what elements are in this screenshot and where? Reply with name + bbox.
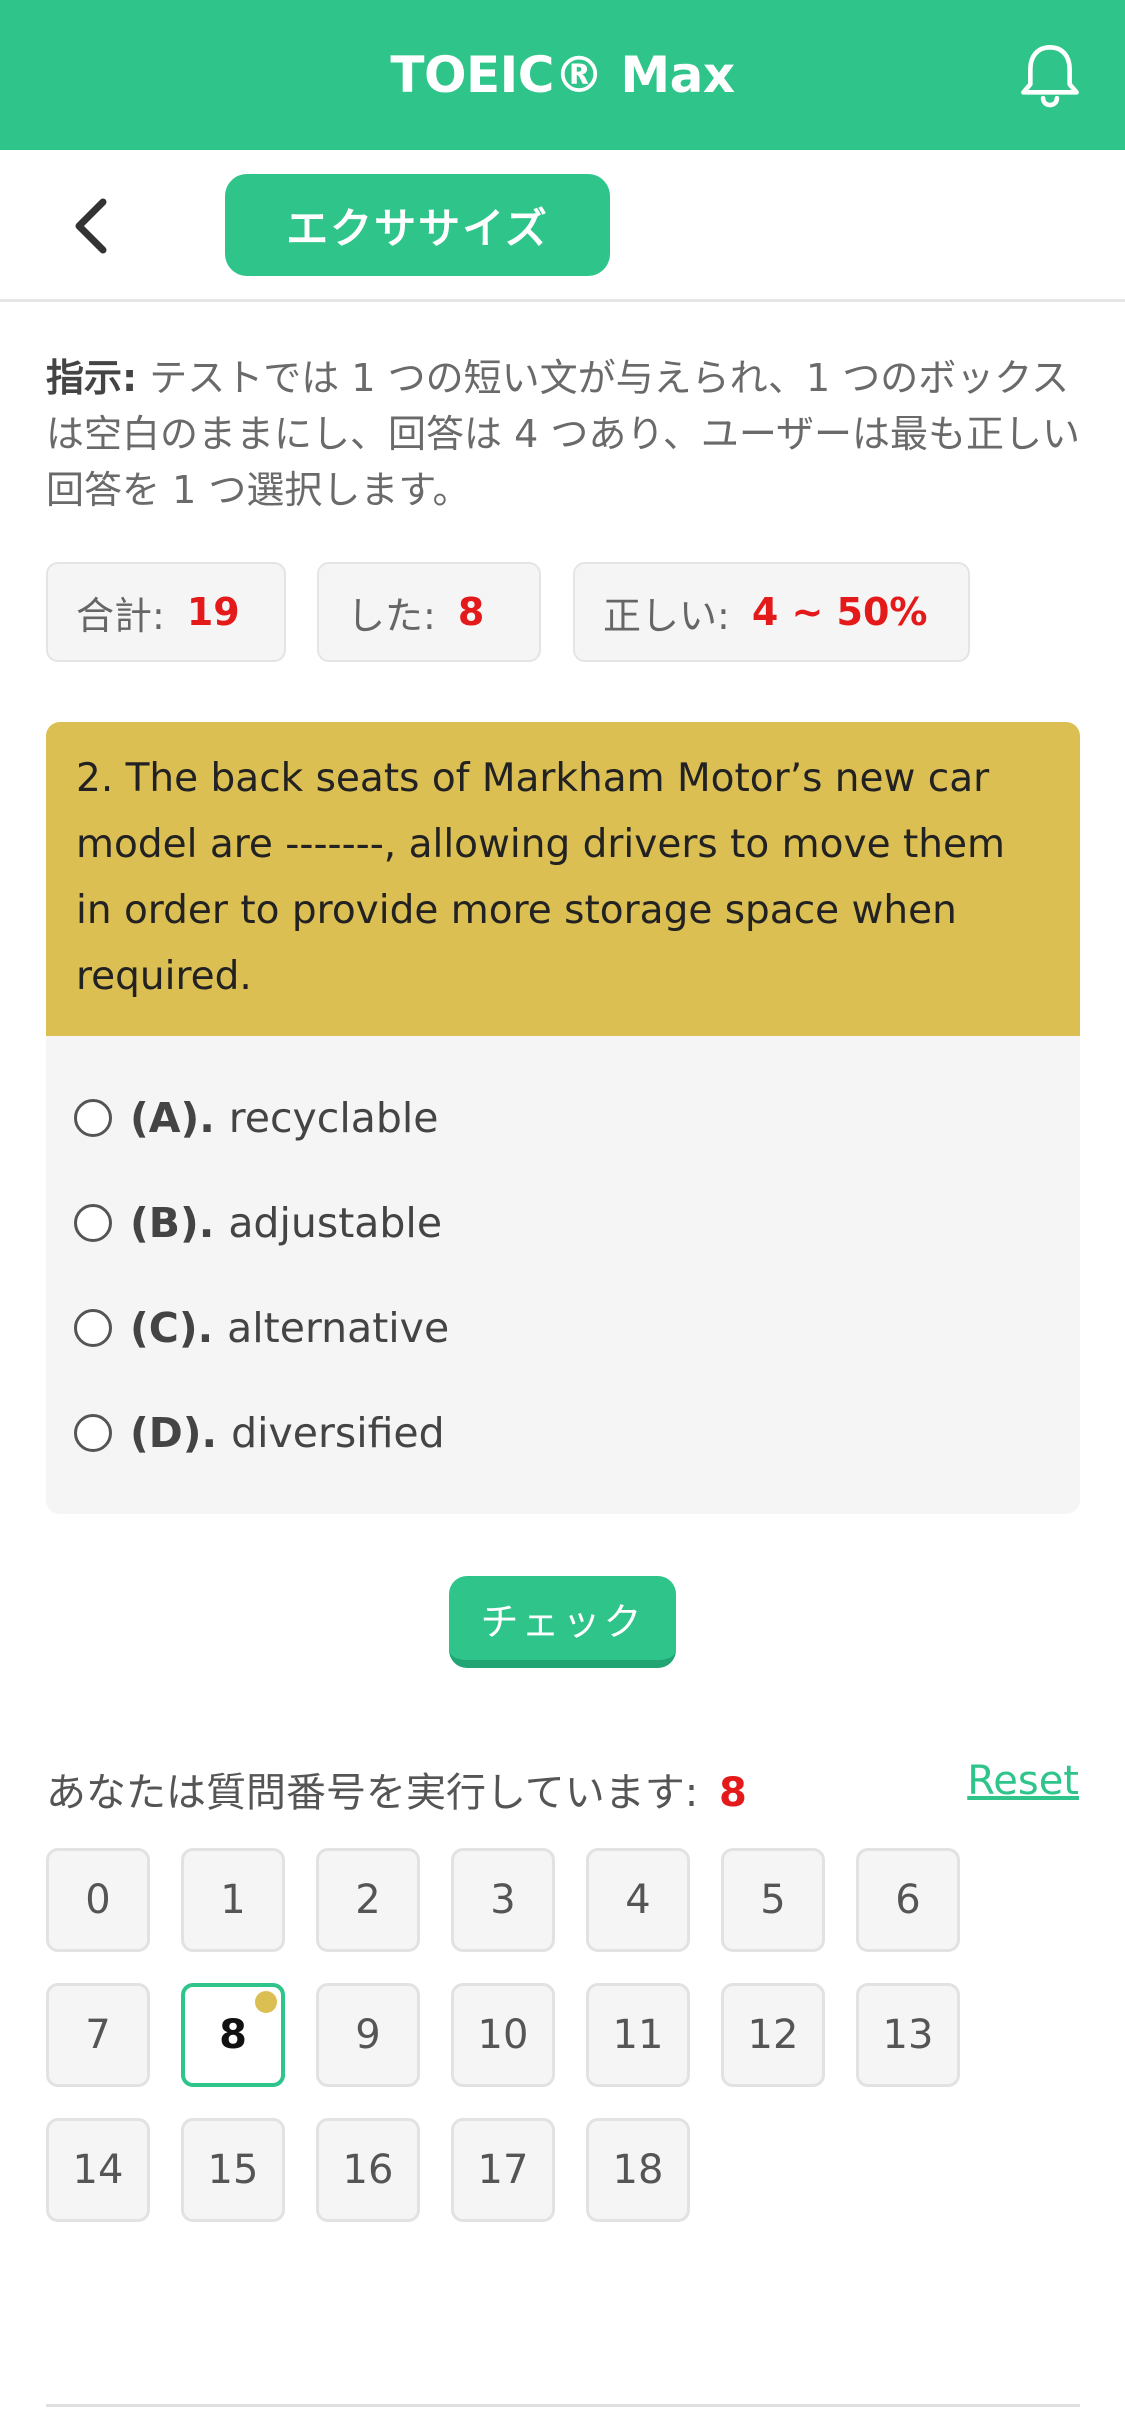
option-a[interactable]: (A). recyclable — [74, 1083, 438, 1153]
radio-button[interactable] — [74, 1204, 112, 1242]
stat-correct-value: 4 ~ 50% — [751, 590, 928, 634]
option-letter: (B). — [130, 1199, 215, 1247]
stat-total-label: 合計: — [76, 593, 165, 638]
instructions: 指示: テストでは 1 つの短い文が与えられ、1 つのボックスは空白のままにし、… — [46, 350, 1086, 518]
question-number-12[interactable]: 12 — [721, 1983, 825, 2087]
option-text: adjustable — [228, 1199, 443, 1247]
question-number-13[interactable]: 13 — [856, 1983, 960, 2087]
progress-label: あなたは質問番号を実行しています: — [46, 1770, 699, 1816]
option-text: alternative — [227, 1304, 450, 1352]
question-number-16[interactable]: 16 — [316, 2118, 420, 2222]
instructions-label: 指示: — [46, 356, 138, 400]
question-number-3[interactable]: 3 — [451, 1848, 555, 1952]
radio-button[interactable] — [74, 1414, 112, 1452]
question-number-label: 8 — [219, 2012, 247, 2058]
app-title: TOEIC® Max — [390, 46, 735, 104]
stat-correct-label: 正しい: — [603, 593, 730, 638]
question-card: 2. The back seats of Markham Motor’s new… — [46, 722, 1080, 1514]
question-number-0[interactable]: 0 — [46, 1848, 150, 1952]
question-number-18[interactable]: 18 — [586, 2118, 690, 2222]
stat-total: 合計: 19 — [46, 562, 286, 662]
question-number-11[interactable]: 11 — [586, 1983, 690, 2087]
stat-done-label: した: — [347, 593, 436, 638]
bottom-divider — [46, 2404, 1080, 2407]
bell-icon[interactable] — [1013, 38, 1087, 112]
exercise-button[interactable]: エクササイズ — [225, 174, 610, 276]
option-text: recyclable — [228, 1094, 439, 1142]
progress-current: 8 — [719, 1770, 747, 1816]
option-letter: (D). — [130, 1409, 218, 1457]
reset-link[interactable]: Reset — [967, 1758, 1079, 1804]
question-number-14[interactable]: 14 — [46, 2118, 150, 2222]
option-letter: (A). — [130, 1094, 215, 1142]
question-number-7[interactable]: 7 — [46, 1983, 150, 2087]
option-letter: (C). — [130, 1304, 214, 1352]
question-text: 2. The back seats of Markham Motor’s new… — [46, 722, 1080, 1036]
stat-done-value: 8 — [457, 590, 485, 634]
current-marker-dot — [255, 1991, 277, 2013]
stat-total-value: 19 — [186, 590, 240, 634]
app-header: TOEIC® Max — [0, 0, 1125, 150]
question-number-5[interactable]: 5 — [721, 1848, 825, 1952]
question-number-grid: 0 1 2 3 4 5 6 7 8 9 10 11 12 13 14 15 16… — [46, 1848, 1086, 2228]
radio-button[interactable] — [74, 1309, 112, 1347]
option-c[interactable]: (C). alternative — [74, 1293, 449, 1363]
option-d[interactable]: (D). diversified — [74, 1398, 445, 1468]
sub-toolbar: エクササイズ — [0, 150, 1125, 302]
question-number-17[interactable]: 17 — [451, 2118, 555, 2222]
option-b[interactable]: (B). adjustable — [74, 1188, 442, 1258]
chevron-left-icon[interactable] — [66, 196, 116, 256]
question-number-6[interactable]: 6 — [856, 1848, 960, 1952]
option-text: diversified — [231, 1409, 445, 1457]
question-number-4[interactable]: 4 — [586, 1848, 690, 1952]
question-number-1[interactable]: 1 — [181, 1848, 285, 1952]
stat-correct: 正しい: 4 ~ 50% — [573, 562, 970, 662]
check-button[interactable]: チェック — [449, 1576, 676, 1668]
question-number-2[interactable]: 2 — [316, 1848, 420, 1952]
progress-indicator: あなたは質問番号を実行しています: 8 — [46, 1760, 747, 1818]
question-number-9[interactable]: 9 — [316, 1983, 420, 2087]
radio-button[interactable] — [74, 1099, 112, 1137]
question-number-8-current[interactable]: 8 — [181, 1983, 285, 2087]
question-number-15[interactable]: 15 — [181, 2118, 285, 2222]
instructions-text: テストでは 1 つの短い文が与えられ、1 つのボックスは空白のままにし、回答は … — [46, 356, 1081, 512]
stat-done: した: 8 — [317, 562, 541, 662]
question-number-10[interactable]: 10 — [451, 1983, 555, 2087]
